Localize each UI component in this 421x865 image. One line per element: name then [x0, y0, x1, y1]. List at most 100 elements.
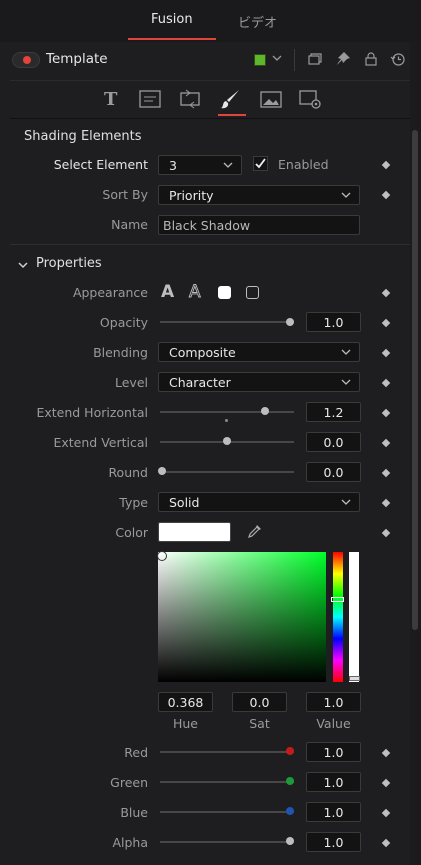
opacity-label: Opacity [99, 315, 148, 330]
settings-icon[interactable] [298, 88, 322, 110]
layout-icon[interactable] [138, 88, 162, 110]
value-strip[interactable] [349, 552, 359, 682]
chevron-down-icon[interactable] [18, 258, 28, 273]
value-value: 1.0 [323, 695, 344, 710]
level-dropdown[interactable]: Character [158, 372, 360, 392]
type-label: Type [119, 495, 148, 510]
lock-icon[interactable] [362, 50, 380, 68]
hue-handle[interactable] [331, 597, 344, 602]
round-slider[interactable] [160, 471, 294, 473]
eyedropper-icon[interactable] [247, 523, 263, 542]
alpha-label: Alpha [112, 835, 148, 850]
hue-value: 0.368 [167, 695, 204, 710]
extend-vertical-input[interactable]: 0.0 [306, 432, 361, 452]
level-value: Character [169, 375, 231, 390]
shading-icon[interactable] [219, 88, 243, 110]
name-field[interactable]: Black Shadow [158, 215, 360, 235]
extend-horizontal-slider-knob[interactable] [261, 407, 269, 415]
chevron-down-icon[interactable] [272, 53, 282, 66]
hue-label: Hue [172, 716, 198, 731]
value-label: Value [316, 716, 351, 731]
top-tab-bar [0, 0, 421, 43]
hue-strip[interactable] [333, 552, 343, 682]
transform-icon[interactable] [178, 88, 202, 110]
extend-vertical-label: Extend Vertical [53, 435, 148, 450]
red-input[interactable]: 1.0 [306, 742, 361, 762]
svg-text:A: A [189, 282, 201, 300]
alpha-slider[interactable] [160, 841, 294, 843]
green-label: Green [110, 775, 148, 790]
green-slider-knob[interactable] [286, 777, 294, 785]
round-value: 0.0 [323, 465, 344, 480]
blue-slider[interactable] [160, 811, 294, 813]
template-toggle[interactable] [12, 52, 40, 68]
round-input[interactable]: 0.0 [306, 462, 361, 482]
properties-heading: Properties [36, 256, 102, 271]
enabled-checkbox[interactable] [253, 156, 268, 171]
green-value: 1.0 [323, 775, 344, 790]
value-handle[interactable] [349, 676, 360, 681]
image-icon[interactable] [259, 88, 283, 110]
color-swatch[interactable] [158, 522, 231, 542]
reset-icon[interactable] [389, 50, 407, 68]
sort-by-label: Sort By [102, 187, 148, 202]
opacity-slider-knob[interactable] [286, 318, 294, 326]
checkmark-icon [255, 158, 266, 169]
green-input[interactable]: 1.0 [306, 772, 361, 792]
extend-horizontal-slider[interactable] [160, 411, 294, 413]
divider [10, 244, 410, 245]
extend-vertical-slider-knob[interactable] [223, 437, 231, 445]
sort-by-value: Priority [169, 188, 214, 203]
sat-value: 0.0 [249, 695, 270, 710]
chevron-down-icon [341, 499, 351, 505]
blue-slider-knob[interactable] [286, 807, 294, 815]
text-outline-icon[interactable]: A [188, 282, 204, 303]
enabled-label: Enabled [278, 157, 329, 172]
clip-color-swatch[interactable] [254, 54, 266, 66]
alpha-slider-knob[interactable] [286, 837, 294, 845]
header-divider [294, 49, 295, 71]
opacity-value: 1.0 [323, 315, 344, 330]
shape-fill-icon[interactable] [218, 286, 231, 299]
sort-by-dropdown[interactable]: Priority [158, 185, 360, 205]
blending-value: Composite [169, 345, 236, 360]
shading-elements-heading: Shading Elements [24, 129, 142, 144]
chevron-down-icon [223, 162, 233, 168]
tool-tab-row [10, 80, 410, 119]
extend-horizontal-input[interactable]: 1.2 [306, 402, 361, 422]
value-input[interactable]: 1.0 [306, 692, 361, 712]
shape-outline-icon[interactable] [246, 286, 259, 299]
chevron-down-icon [341, 379, 351, 385]
type-dropdown[interactable]: Solid [158, 492, 360, 512]
appearance-label: Appearance [72, 285, 148, 300]
round-label: Round [108, 465, 148, 480]
blending-dropdown[interactable]: Composite [158, 342, 360, 362]
opacity-input[interactable]: 1.0 [306, 312, 361, 332]
tab-fusion[interactable]: Fusion [151, 12, 193, 32]
alpha-input[interactable]: 1.0 [306, 832, 361, 852]
hue-input[interactable]: 0.368 [158, 692, 213, 712]
saturation-value-picker[interactable] [158, 552, 326, 682]
active-tab-indicator [128, 38, 216, 40]
tab-video[interactable]: ビデオ [238, 12, 277, 32]
select-element-label: Select Element [53, 157, 148, 172]
select-element-value: 3 [169, 158, 177, 173]
alpha-value: 1.0 [323, 835, 344, 850]
pin-icon[interactable] [334, 50, 352, 68]
template-title: Template [46, 51, 108, 67]
blue-input[interactable]: 1.0 [306, 802, 361, 822]
sat-input[interactable]: 0.0 [232, 692, 287, 712]
text-fill-icon[interactable]: A [160, 282, 176, 303]
round-slider-knob[interactable] [158, 467, 166, 475]
text-icon[interactable]: T [100, 88, 124, 110]
red-slider-knob[interactable] [286, 747, 294, 755]
opacity-slider[interactable] [160, 321, 294, 323]
red-slider[interactable] [160, 751, 294, 753]
scrollbar-thumb[interactable] [412, 130, 418, 630]
snapshot-icon[interactable] [306, 50, 324, 68]
sat-label: Sat [249, 716, 270, 731]
select-element-dropdown[interactable]: 3 [158, 155, 242, 175]
svg-text:A: A [161, 282, 175, 300]
picker-cursor[interactable] [157, 551, 167, 561]
green-slider[interactable] [160, 781, 294, 783]
